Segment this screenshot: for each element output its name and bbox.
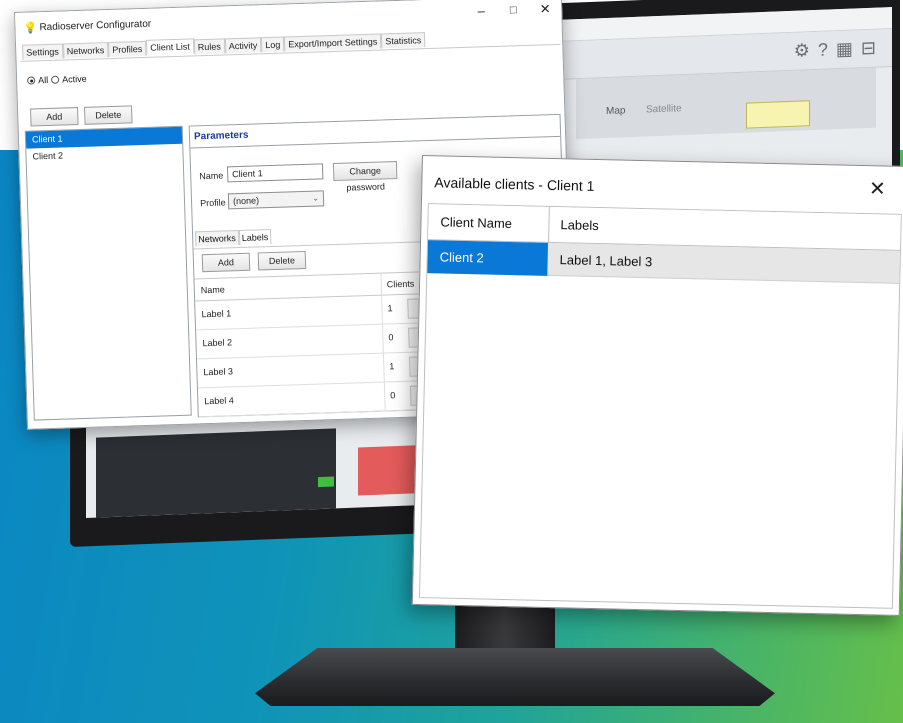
filter-active-label: Active — [61, 73, 87, 85]
cell-labels[interactable]: Label 1, Label 3 — [559, 243, 652, 278]
configurator-title: Radioserver Configurator — [39, 18, 152, 34]
grid-icon[interactable]: ▦ — [836, 39, 853, 61]
add-client-button[interactable]: Add — [30, 107, 79, 127]
chevron-down-icon: ⌄ — [312, 193, 320, 203]
label-count: 1 — [387, 303, 393, 314]
column-separator — [382, 324, 384, 353]
column-separator — [380, 273, 383, 295]
name-label: Name — [199, 170, 224, 182]
parameters-title: Parameters — [193, 129, 249, 143]
subtab-labels[interactable]: Labels — [238, 229, 272, 246]
monitor-toolbar-icons: ⚙ ? ▦ ⊟ — [794, 38, 876, 62]
help-icon[interactable]: ? — [818, 39, 828, 60]
map-tab[interactable]: Map — [606, 105, 625, 117]
layout-icon[interactable]: ⊟ — [861, 38, 876, 60]
filter-active-radio[interactable]: Active — [51, 74, 87, 85]
column-separator — [382, 353, 385, 382]
available-clients-dialog: Available clients - Client 1 ✕ Client Na… — [411, 155, 903, 616]
client-list: Client 1 Client 2 — [24, 125, 192, 421]
close-icon[interactable]: ✕ — [866, 176, 889, 201]
monitor-map-header — [576, 67, 876, 140]
satellite-tab[interactable]: Satellite — [646, 103, 682, 115]
tab-activity[interactable]: Activity — [224, 37, 262, 54]
table-row[interactable]: Label 4 0 — [197, 381, 429, 418]
delete-label-button[interactable]: Delete — [257, 250, 307, 271]
column-separator — [548, 206, 550, 243]
monitor-sidebar — [96, 428, 336, 518]
tab-networks[interactable]: Networks — [62, 42, 109, 59]
labels-table: Name Clients Label 1 1 Label 2 0 Label 3… — [194, 271, 429, 418]
dialog-title: Available clients - Client 1 — [434, 174, 595, 194]
header-clients: Clients — [386, 278, 415, 290]
tab-rules[interactable]: Rules — [193, 38, 225, 55]
gear-icon[interactable]: ⚙ — [794, 40, 810, 62]
label-count: 0 — [390, 390, 396, 401]
radio-selected-icon — [27, 76, 36, 85]
label-name: Label 1 — [201, 308, 232, 320]
label-name: Label 2 — [202, 337, 233, 349]
status-green — [318, 476, 334, 488]
filter-all-radio[interactable]: All — [27, 75, 48, 86]
profile-label: Profile — [199, 197, 226, 209]
monitor-base — [255, 648, 775, 706]
header-client-name[interactable]: Client Name — [440, 214, 512, 231]
delete-client-button[interactable]: Delete — [84, 105, 133, 125]
label-name: Label 3 — [203, 366, 234, 378]
change-password-button[interactable]: Change password — [332, 161, 398, 193]
radio-unselected-icon — [51, 75, 60, 84]
tab-export-import[interactable]: Export/Import Settings — [284, 33, 382, 52]
label-name: Label 4 — [204, 395, 234, 407]
label-count: 0 — [388, 332, 394, 343]
add-label-button[interactable]: Add — [201, 252, 251, 273]
lightbulb-icon: 💡 — [23, 22, 38, 35]
available-clients-grid: Client Name Labels Client 2 Label 1, Lab… — [418, 203, 902, 609]
tab-settings[interactable]: Settings — [22, 43, 64, 60]
tab-client-list[interactable]: Client List — [146, 38, 194, 55]
name-field[interactable]: Client 1 — [226, 163, 324, 183]
tab-profiles[interactable]: Profiles — [108, 40, 147, 58]
maximize-button[interactable]: □ — [503, 4, 523, 17]
filter-all-label: All — [37, 74, 49, 86]
column-separator — [381, 295, 383, 324]
header-labels[interactable]: Labels — [560, 217, 599, 233]
map-marker — [746, 100, 810, 129]
subtab-networks[interactable]: Networks — [194, 230, 239, 247]
cell-client-name[interactable]: Client 2 — [427, 240, 549, 276]
list-item-client-2[interactable]: Client 2 — [26, 144, 182, 166]
profile-value: (none) — [232, 195, 260, 207]
minimize-button[interactable]: – — [471, 3, 491, 19]
header-name: Name — [200, 284, 225, 296]
parameters-subtabs: Networks Labels — [194, 229, 272, 247]
label-count: 1 — [389, 361, 395, 372]
tab-statistics[interactable]: Statistics — [381, 32, 426, 49]
column-separator — [383, 382, 386, 411]
profile-select[interactable]: (none) ⌄ — [227, 190, 325, 210]
close-button[interactable]: ✕ — [535, 1, 555, 18]
tab-log[interactable]: Log — [261, 36, 285, 53]
